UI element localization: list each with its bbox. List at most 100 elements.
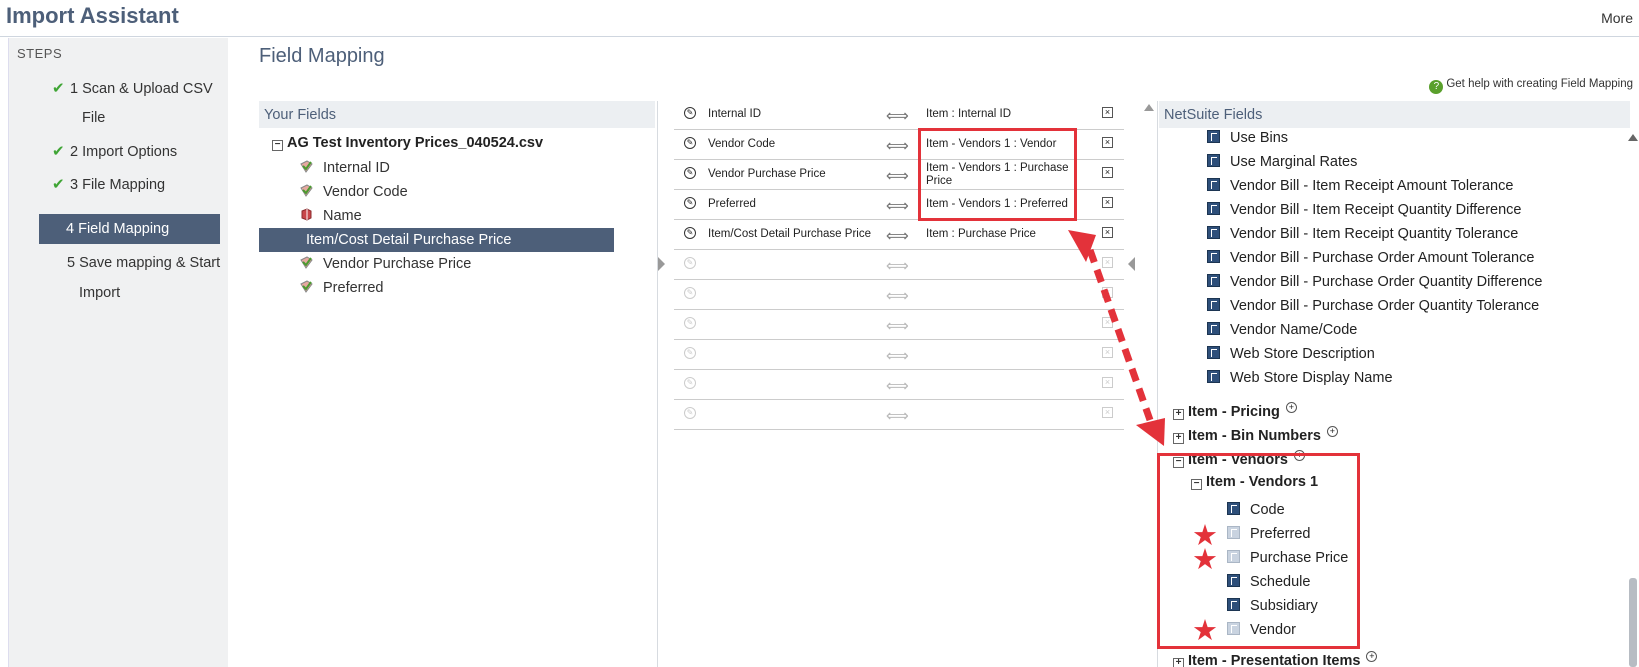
vendor-field-vendor[interactable]: Vendor xyxy=(1227,618,1296,642)
your-field-item[interactable]: Vendor Code xyxy=(300,180,655,204)
add-icon[interactable]: + xyxy=(1285,402,1297,413)
expand-icon[interactable]: + xyxy=(1173,409,1184,420)
netsuite-fields-header: NetSuite Fields xyxy=(1159,101,1630,128)
field-label: Vendor Code xyxy=(323,184,408,200)
edit-icon[interactable]: ✎ xyxy=(684,107,696,119)
netsuite-field-item[interactable]: Web Store Description xyxy=(1207,342,1375,366)
remove-mapping-icon[interactable]: × xyxy=(1102,137,1113,148)
netsuite-field-item[interactable]: Vendor Bill - Purchase Order Quantity To… xyxy=(1207,294,1539,318)
field-icon xyxy=(1207,274,1220,287)
group-item-pricing[interactable]: + Item - Pricing + xyxy=(1173,402,1297,420)
group-label: Item - Vendors xyxy=(1188,452,1288,468)
collapse-icon[interactable]: − xyxy=(272,140,283,151)
mapping-destination: Item : Internal ID xyxy=(926,108,1012,120)
group-item-vendors[interactable]: − Item - Vendors + xyxy=(1173,450,1305,468)
your-field-item[interactable]: Preferred xyxy=(300,276,655,300)
swap-arrow-icon: ⟺ xyxy=(886,258,909,275)
vendor-field-purchase-price[interactable]: Purchase Price xyxy=(1227,546,1348,570)
field-label: Vendor Bill - Purchase Order Quantity Di… xyxy=(1230,274,1543,290)
field-label: Vendor xyxy=(1250,622,1296,638)
swap-arrow-icon: ⟺ xyxy=(886,198,909,215)
mapping-row-empty[interactable]: ✎ ⟺ × xyxy=(674,370,1124,400)
mapping-row[interactable]: ✎ Vendor Code ⟺ Item - Vendors 1 : Vendo… xyxy=(674,130,1124,160)
field-label: Vendor Bill - Item Receipt Quantity Diff… xyxy=(1230,202,1522,218)
mapping-row[interactable]: ✎ Vendor Purchase Price ⟺ Item - Vendors… xyxy=(674,160,1124,190)
mapping-row-empty[interactable]: ✎ ⟺ × xyxy=(674,340,1124,370)
swap-arrow-icon: ⟺ xyxy=(886,168,909,185)
netsuite-field-item[interactable]: Use Marginal Rates xyxy=(1207,150,1357,174)
collapse-icon[interactable]: − xyxy=(1173,457,1184,468)
edit-icon[interactable]: ✎ xyxy=(684,227,696,239)
field-label: Purchase Price xyxy=(1250,550,1349,566)
group-item-presentation-items[interactable]: + Item - Presentation Items + xyxy=(1173,651,1378,667)
edit-icon[interactable]: ✎ xyxy=(684,137,696,149)
mapping-row[interactable]: ✎ Preferred ⟺ Item - Vendors 1 : Preferr… xyxy=(674,190,1124,220)
netsuite-field-item[interactable]: Use Bins xyxy=(1207,126,1288,150)
edit-icon: ✎ xyxy=(684,317,696,329)
scroll-up-icon[interactable] xyxy=(1628,134,1638,141)
netsuite-field-item[interactable]: Vendor Bill - Purchase Order Quantity Di… xyxy=(1207,270,1542,294)
subgroup-item-vendors-1[interactable]: − Item - Vendors 1 xyxy=(1191,474,1318,490)
field-icon xyxy=(1207,178,1220,191)
remove-mapping-icon[interactable]: × xyxy=(1102,107,1113,118)
mapping-row-empty[interactable]: ✎ ⟺ × xyxy=(674,250,1124,280)
remove-mapping-icon[interactable]: × xyxy=(1102,227,1113,238)
your-fields-header: Your Fields xyxy=(259,101,655,128)
collapse-icon[interactable]: − xyxy=(1191,479,1202,490)
netsuite-field-item[interactable]: Vendor Bill - Item Receipt Quantity Diff… xyxy=(1207,198,1521,222)
app-title: Import Assistant xyxy=(6,3,179,28)
csv-file-node[interactable]: − AG Test Inventory Prices_040524.csv xyxy=(272,135,543,151)
step-label: 4 Field Mapping xyxy=(66,221,170,237)
step-field-mapping[interactable]: 4 Field Mapping xyxy=(39,214,220,244)
mapping-destination: Item : Purchase Price xyxy=(926,228,1036,240)
mapping-row[interactable]: ✎ Internal ID ⟺ Item : Internal ID × xyxy=(674,100,1124,130)
mapped-field-icon xyxy=(1227,550,1240,563)
add-icon[interactable]: + xyxy=(1293,450,1305,461)
vendor-field-preferred[interactable]: Preferred xyxy=(1227,522,1310,546)
remove-mapping-icon[interactable]: × xyxy=(1102,167,1113,178)
expand-right-arrow-icon[interactable] xyxy=(1128,257,1135,271)
expand-left-arrow-icon[interactable] xyxy=(658,257,665,271)
field-icon xyxy=(1207,250,1220,263)
group-item-bin-numbers[interactable]: + Item - Bin Numbers + xyxy=(1173,426,1338,444)
check-icon: ✔ xyxy=(52,176,65,193)
swap-arrow-icon: ⟺ xyxy=(886,108,909,125)
netsuite-field-item[interactable]: Vendor Name/Code xyxy=(1207,318,1357,342)
swap-arrow-icon: ⟺ xyxy=(886,408,909,425)
help-link[interactable]: ? Get help with creating Field Mapping xyxy=(1429,78,1633,94)
scrollbar-thumb[interactable] xyxy=(1629,578,1637,667)
mapping-row[interactable]: ✎ Item/Cost Detail Purchase Price ⟺ Item… xyxy=(674,220,1124,250)
field-label: Preferred xyxy=(323,280,384,296)
remove-mapping-icon[interactable]: × xyxy=(1102,197,1113,208)
field-label: Internal ID xyxy=(323,160,390,176)
vendor-field-code[interactable]: Code xyxy=(1227,498,1285,522)
your-field-item[interactable]: Internal ID xyxy=(300,156,655,180)
netsuite-field-item[interactable]: Web Store Display Name xyxy=(1207,366,1393,390)
swap-arrow-icon: ⟺ xyxy=(886,228,909,245)
mapping-row-empty[interactable]: ✎ ⟺ × xyxy=(674,310,1124,340)
your-field-item-selected[interactable]: Item/Cost Detail Purchase Price xyxy=(259,228,614,252)
edit-icon[interactable]: ✎ xyxy=(684,167,696,179)
scroll-up-arrow-icon[interactable] xyxy=(1144,104,1154,111)
field-label: Item/Cost Detail Purchase Price xyxy=(306,232,512,248)
expand-icon[interactable]: + xyxy=(1173,658,1184,667)
vendor-field-schedule[interactable]: Schedule xyxy=(1227,570,1310,594)
mapping-source: Internal ID xyxy=(708,108,762,120)
netsuite-field-item[interactable]: Vendor Bill - Purchase Order Amount Tole… xyxy=(1207,246,1534,270)
edit-icon[interactable]: ✎ xyxy=(684,197,696,209)
add-icon[interactable]: + xyxy=(1326,426,1338,437)
your-field-item[interactable]: Vendor Purchase Price xyxy=(300,252,655,276)
panel-divider xyxy=(657,101,658,667)
netsuite-field-item[interactable]: Vendor Bill - Item Receipt Quantity Tole… xyxy=(1207,222,1518,246)
vendor-field-subsidiary[interactable]: Subsidiary xyxy=(1227,594,1318,618)
more-link[interactable]: More xyxy=(1601,10,1633,26)
mapping-row-empty[interactable]: ✎ ⟺ × xyxy=(674,400,1124,430)
add-icon[interactable]: + xyxy=(1366,651,1378,662)
expand-icon[interactable]: + xyxy=(1173,433,1184,444)
field-label: Vendor Bill - Item Receipt Amount Tolera… xyxy=(1230,178,1514,194)
step-label: 3 File Mapping xyxy=(70,177,166,193)
field-icon xyxy=(1207,154,1220,167)
netsuite-field-item[interactable]: Vendor Bill - Item Receipt Amount Tolera… xyxy=(1207,174,1513,198)
your-field-item[interactable]: Name xyxy=(300,204,655,228)
mapping-row-empty[interactable]: ✎ ⟺ × xyxy=(674,280,1124,310)
